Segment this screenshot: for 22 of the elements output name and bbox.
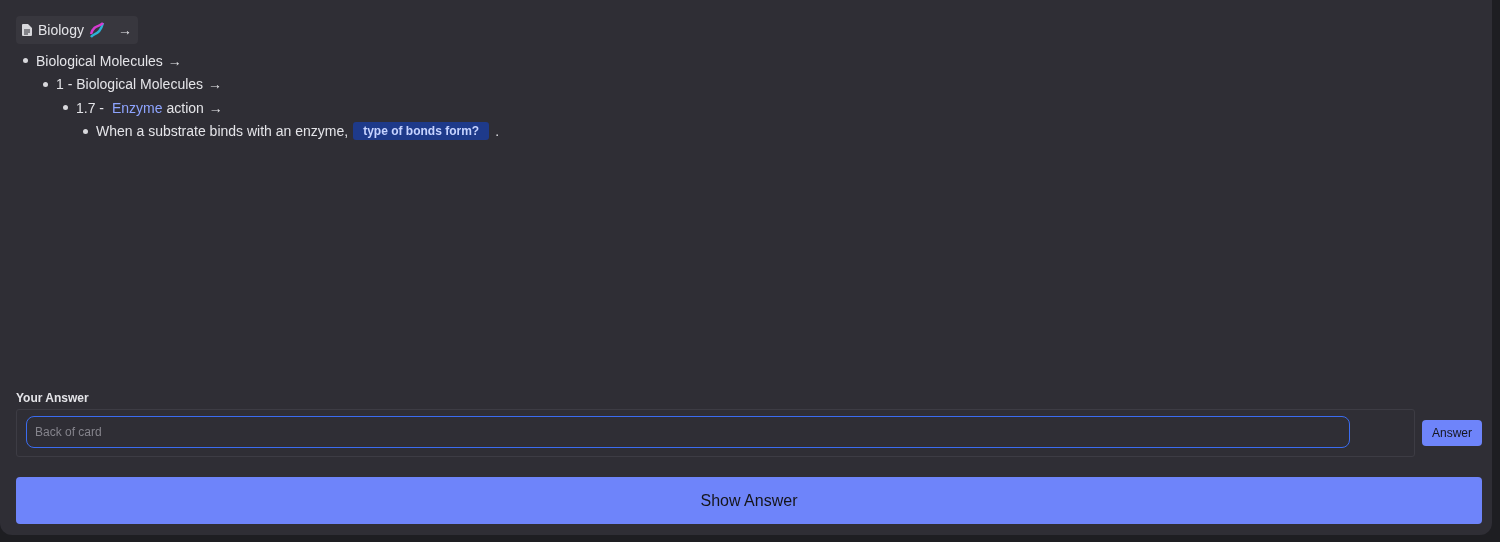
- document-icon: [22, 24, 32, 36]
- outline-text: action: [166, 99, 204, 116]
- outline-text: 1.7 -: [76, 99, 105, 116]
- bullet-icon: [83, 128, 88, 134]
- outline-text: When a substrate binds with an enzyme,: [96, 123, 349, 140]
- arrow-link[interactable]: →: [117, 22, 132, 38]
- cloze-badge: type of bonds form?: [353, 122, 490, 141]
- breadcrumb-title[interactable]: Biology: [38, 22, 84, 38]
- outline-text: Biological Molecules: [36, 52, 163, 69]
- outline-text: 1 - Biological Molecules: [56, 76, 204, 93]
- bullet-icon: [43, 81, 48, 87]
- bullet-icon: [63, 105, 68, 111]
- answer-label: Your Answer: [16, 391, 90, 405]
- arrow-link[interactable]: →: [208, 99, 223, 116]
- answer-field[interactable]: Back of card: [26, 416, 1350, 448]
- answer-button[interactable]: Answer: [1422, 420, 1482, 446]
- enzyme-link[interactable]: Enzyme: [111, 99, 163, 116]
- arrow-link[interactable]: →: [208, 76, 223, 93]
- arrow-link[interactable]: →: [167, 52, 182, 69]
- outline-text: .: [495, 123, 500, 140]
- bullet-icon: [23, 58, 28, 64]
- show-answer-button[interactable]: Show Answer: [16, 477, 1482, 524]
